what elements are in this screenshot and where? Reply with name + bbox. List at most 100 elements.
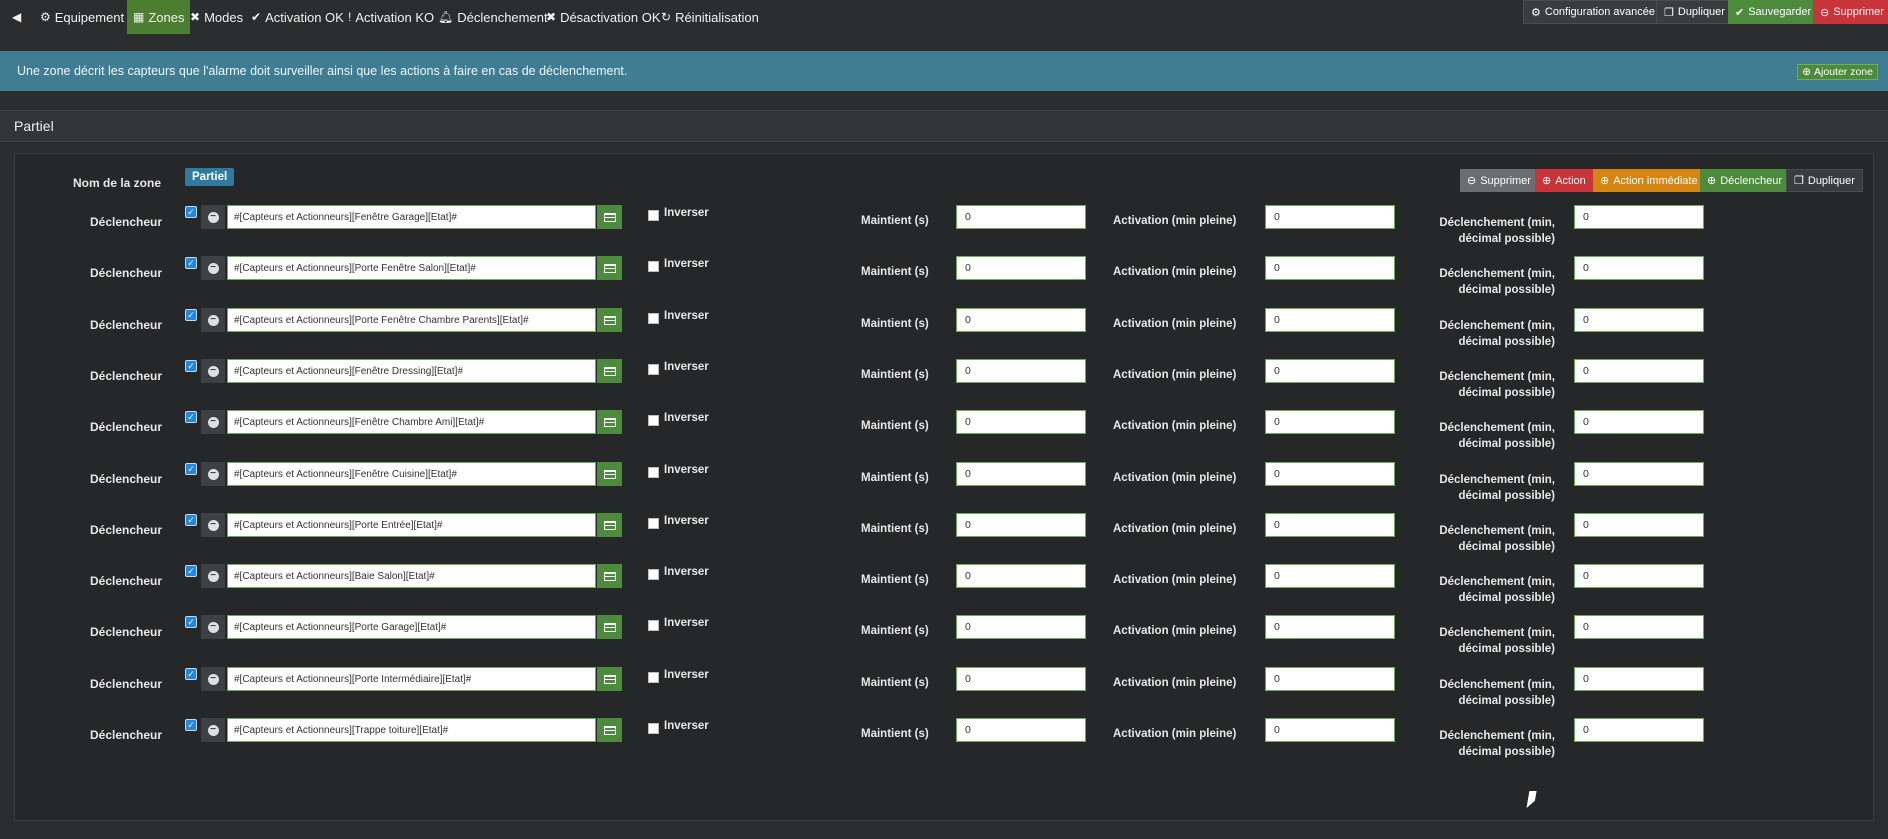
trigger-enabled-checkbox[interactable]: ✓ [185, 206, 197, 218]
declenchement-input[interactable]: 0 [1574, 718, 1704, 742]
select-command-button[interactable] [597, 615, 622, 639]
activation-input[interactable]: 0 [1265, 667, 1395, 691]
tab-zones[interactable]: ▦ Zones [127, 0, 191, 34]
trigger-enabled-checkbox[interactable]: ✓ [185, 411, 197, 423]
remove-trigger-button[interactable]: − [201, 205, 225, 229]
activation-input[interactable]: 0 [1265, 205, 1395, 229]
select-command-button[interactable] [597, 513, 622, 537]
tab-reinitialisation[interactable]: ↻ Réinitialisation [661, 6, 759, 28]
trigger-command-input[interactable]: #[Capteurs et Actionneurs][Fenêtre Garag… [227, 205, 596, 229]
add-immediate-action-button[interactable]: ⊕ Action immédiate [1593, 169, 1705, 192]
remove-trigger-button[interactable]: − [201, 615, 225, 639]
invert-checkbox[interactable] [648, 672, 659, 683]
invert-checkbox[interactable] [648, 467, 659, 478]
activation-input[interactable]: 0 [1265, 462, 1395, 486]
duplicate-zone-button[interactable]: ❐ Dupliquer [1786, 169, 1863, 192]
maintain-input[interactable]: 0 [956, 308, 1086, 332]
invert-checkbox[interactable] [648, 364, 659, 375]
remove-trigger-button[interactable]: − [201, 462, 225, 486]
save-button[interactable]: ✔ Sauvegarder [1728, 0, 1819, 24]
trigger-enabled-checkbox[interactable]: ✓ [185, 360, 197, 372]
trigger-command-input[interactable]: #[Capteurs et Actionneurs][Fenêtre Cuisi… [227, 462, 596, 486]
delete-equipment-button[interactable]: ⊖ Supprimer [1813, 0, 1888, 24]
trigger-command-input[interactable]: #[Capteurs et Actionneurs][Porte Garage]… [227, 615, 596, 639]
trigger-enabled-checkbox[interactable]: ✓ [185, 463, 197, 475]
add-trigger-button[interactable]: ⊕ Déclencheur [1700, 169, 1789, 192]
trigger-enabled-checkbox[interactable]: ✓ [185, 565, 197, 577]
select-command-button[interactable] [597, 308, 622, 332]
declenchement-input[interactable]: 0 [1574, 308, 1704, 332]
maintain-input[interactable]: 0 [956, 667, 1086, 691]
activation-input[interactable]: 0 [1265, 718, 1395, 742]
activation-input[interactable]: 0 [1265, 359, 1395, 383]
trigger-enabled-checkbox[interactable]: ✓ [185, 616, 197, 628]
declenchement-input[interactable]: 0 [1574, 256, 1704, 280]
select-command-button[interactable] [597, 462, 622, 486]
trigger-command-input[interactable]: #[Capteurs et Actionneurs][Fenêtre Dress… [227, 359, 596, 383]
trigger-command-input[interactable]: #[Capteurs et Actionneurs][Trappe toitur… [227, 718, 596, 742]
zone-section-header[interactable]: Partiel [0, 110, 1888, 142]
activation-input[interactable]: 0 [1265, 513, 1395, 537]
remove-trigger-button[interactable]: − [201, 513, 225, 537]
remove-trigger-button[interactable]: − [201, 359, 225, 383]
declenchement-input[interactable]: 0 [1574, 462, 1704, 486]
invert-checkbox[interactable] [648, 723, 659, 734]
declenchement-input[interactable]: 0 [1574, 513, 1704, 537]
declenchement-input[interactable]: 0 [1574, 410, 1704, 434]
remove-trigger-button[interactable]: − [201, 564, 225, 588]
trigger-command-input[interactable]: #[Capteurs et Actionneurs][Baie Salon][E… [227, 564, 596, 588]
remove-trigger-button[interactable]: − [201, 410, 225, 434]
trigger-enabled-checkbox[interactable]: ✓ [185, 668, 197, 680]
maintain-input[interactable]: 0 [956, 462, 1086, 486]
invert-checkbox[interactable] [648, 415, 659, 426]
activation-input[interactable]: 0 [1265, 256, 1395, 280]
delete-zone-button[interactable]: ⊖ Supprimer [1460, 169, 1538, 192]
trigger-enabled-checkbox[interactable]: ✓ [185, 257, 197, 269]
select-command-button[interactable] [597, 256, 622, 280]
select-command-button[interactable] [597, 205, 622, 229]
maintain-input[interactable]: 0 [956, 205, 1086, 229]
trigger-enabled-checkbox[interactable]: ✓ [185, 719, 197, 731]
activation-input[interactable]: 0 [1265, 564, 1395, 588]
select-command-button[interactable] [597, 564, 622, 588]
declenchement-input[interactable]: 0 [1574, 359, 1704, 383]
maintain-input[interactable]: 0 [956, 615, 1086, 639]
select-command-button[interactable] [597, 359, 622, 383]
trigger-command-input[interactable]: #[Capteurs et Actionneurs][Porte Entrée]… [227, 513, 596, 537]
select-command-button[interactable] [597, 718, 622, 742]
duplicate-equipment-button[interactable]: ❐ Dupliquer [1656, 0, 1733, 24]
declenchement-input[interactable]: 0 [1574, 667, 1704, 691]
trigger-command-input[interactable]: #[Capteurs et Actionneurs][Porte Fenêtre… [227, 256, 596, 280]
maintain-input[interactable]: 0 [956, 564, 1086, 588]
activation-input[interactable]: 0 [1265, 308, 1395, 332]
add-action-button[interactable]: ⊕ Action [1535, 169, 1593, 192]
maintain-input[interactable]: 0 [956, 513, 1086, 537]
maintain-input[interactable]: 0 [956, 718, 1086, 742]
invert-checkbox[interactable] [648, 210, 659, 221]
select-command-button[interactable] [597, 410, 622, 434]
select-command-button[interactable] [597, 667, 622, 691]
trigger-command-input[interactable]: #[Capteurs et Actionneurs][Porte Intermé… [227, 667, 596, 691]
trigger-enabled-checkbox[interactable]: ✓ [185, 309, 197, 321]
trigger-command-input[interactable]: #[Capteurs et Actionneurs][Porte Fenêtre… [227, 308, 596, 332]
advanced-config-button[interactable]: ⚙ Configuration avancée [1523, 0, 1663, 24]
tab-equipement[interactable]: ⚙ Equipement [40, 6, 124, 28]
declenchement-input[interactable]: 0 [1574, 205, 1704, 229]
invert-checkbox[interactable] [648, 261, 659, 272]
remove-trigger-button[interactable]: − [201, 667, 225, 691]
tab-activation-ko[interactable]: ! Activation KO [348, 6, 434, 28]
trigger-command-input[interactable]: #[Capteurs et Actionneurs][Fenêtre Chamb… [227, 410, 596, 434]
back-button[interactable]: ◀ [12, 6, 21, 28]
tab-activation-ok[interactable]: ✔ Activation OK [251, 6, 344, 28]
tab-declenchement[interactable]: 🔔︎ Déclenchement [438, 6, 548, 28]
maintain-input[interactable]: 0 [956, 256, 1086, 280]
maintain-input[interactable]: 0 [956, 359, 1086, 383]
activation-input[interactable]: 0 [1265, 615, 1395, 639]
declenchement-input[interactable]: 0 [1574, 615, 1704, 639]
remove-trigger-button[interactable]: − [201, 308, 225, 332]
activation-input[interactable]: 0 [1265, 410, 1395, 434]
invert-checkbox[interactable] [648, 620, 659, 631]
trigger-enabled-checkbox[interactable]: ✓ [185, 514, 197, 526]
tab-desactivation-ok[interactable]: ✖ Désactivation OK [546, 6, 661, 28]
invert-checkbox[interactable] [648, 518, 659, 529]
